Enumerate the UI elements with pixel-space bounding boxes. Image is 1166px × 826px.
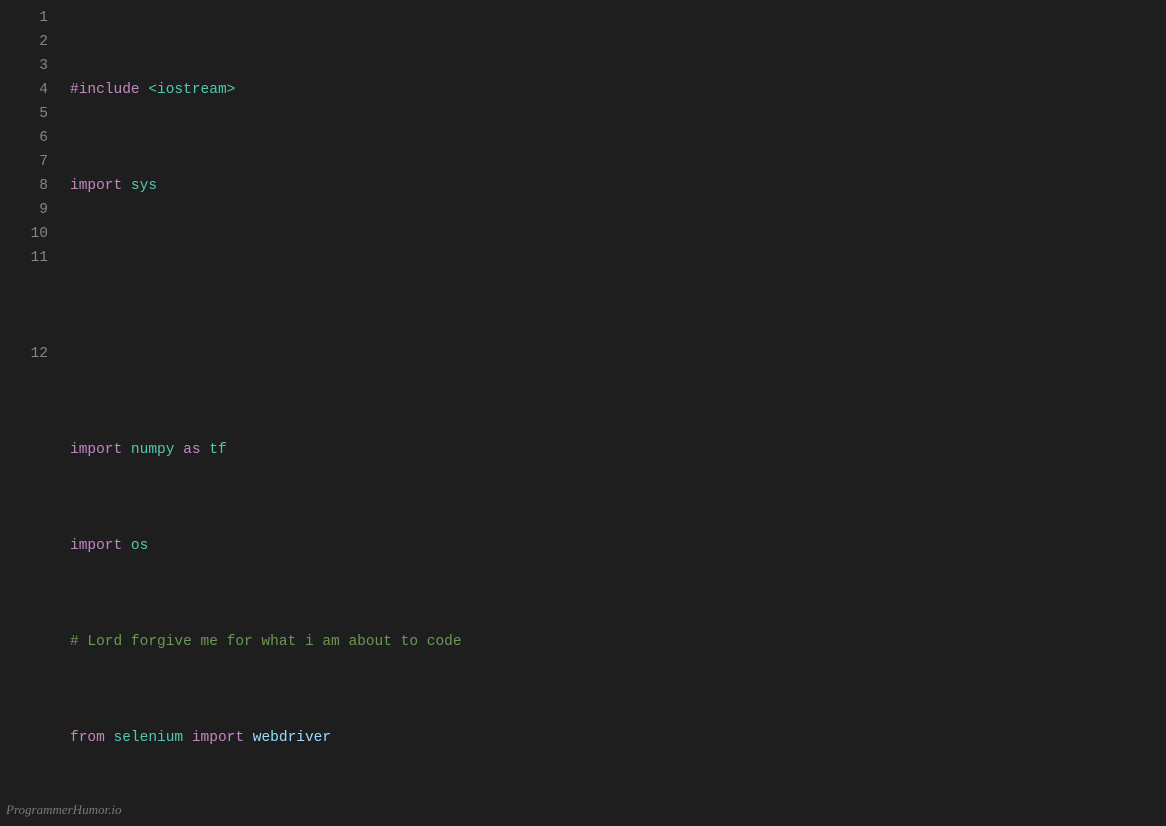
code-line: user_url = "https://www.reddit.com/user/…: [70, 822, 1158, 826]
line-number: 1: [0, 6, 48, 30]
kw-import: import: [183, 730, 253, 746]
kw-import: import: [70, 538, 131, 554]
kw-from: from: [70, 730, 114, 746]
line-number: 9: [0, 198, 48, 222]
kw-import: import: [70, 442, 131, 458]
kw-as: as: [174, 442, 209, 458]
line-number: 6: [0, 126, 48, 150]
code-editor: 1 2 3 4 5 6 7 8 9 10 11 12 #include <ios…: [0, 0, 1166, 826]
preproc-include: #include: [70, 82, 148, 98]
line-number: 10: [0, 222, 48, 246]
line-number: 11: [0, 246, 48, 342]
code-area[interactable]: #include <iostream> import sys import nu…: [62, 0, 1166, 826]
line-number: 2: [0, 30, 48, 54]
line-number-gutter: 1 2 3 4 5 6 7 8 9 10 11 12: [0, 0, 62, 826]
code-line: [70, 342, 1158, 366]
module-numpy: numpy: [131, 442, 175, 458]
module-sys: sys: [131, 178, 157, 194]
line-number: 4: [0, 78, 48, 102]
line-number: 12: [0, 342, 48, 366]
code-line: [70, 270, 1158, 294]
code-line: import os: [70, 534, 1158, 558]
line-number: 5: [0, 102, 48, 126]
line-number: 3: [0, 54, 48, 78]
name-webdriver: webdriver: [253, 730, 331, 746]
comment: # Lord forgive me for what i am about to…: [70, 634, 462, 650]
line-number: 8: [0, 174, 48, 198]
code-line: from selenium import webdriver: [70, 726, 1158, 750]
code-line: import numpy as tf: [70, 438, 1158, 462]
code-line: #include <iostream>: [70, 78, 1158, 102]
code-line: import sys: [70, 174, 1158, 198]
alias-tf: tf: [209, 442, 226, 458]
include-header: <iostream>: [148, 82, 235, 98]
code-line: # Lord forgive me for what i am about to…: [70, 630, 1158, 654]
watermark-text: ProgrammerHumor.io: [6, 798, 121, 822]
module-os: os: [131, 538, 148, 554]
kw-import: import: [70, 178, 131, 194]
module-selenium: selenium: [114, 730, 184, 746]
line-number: 7: [0, 150, 48, 174]
